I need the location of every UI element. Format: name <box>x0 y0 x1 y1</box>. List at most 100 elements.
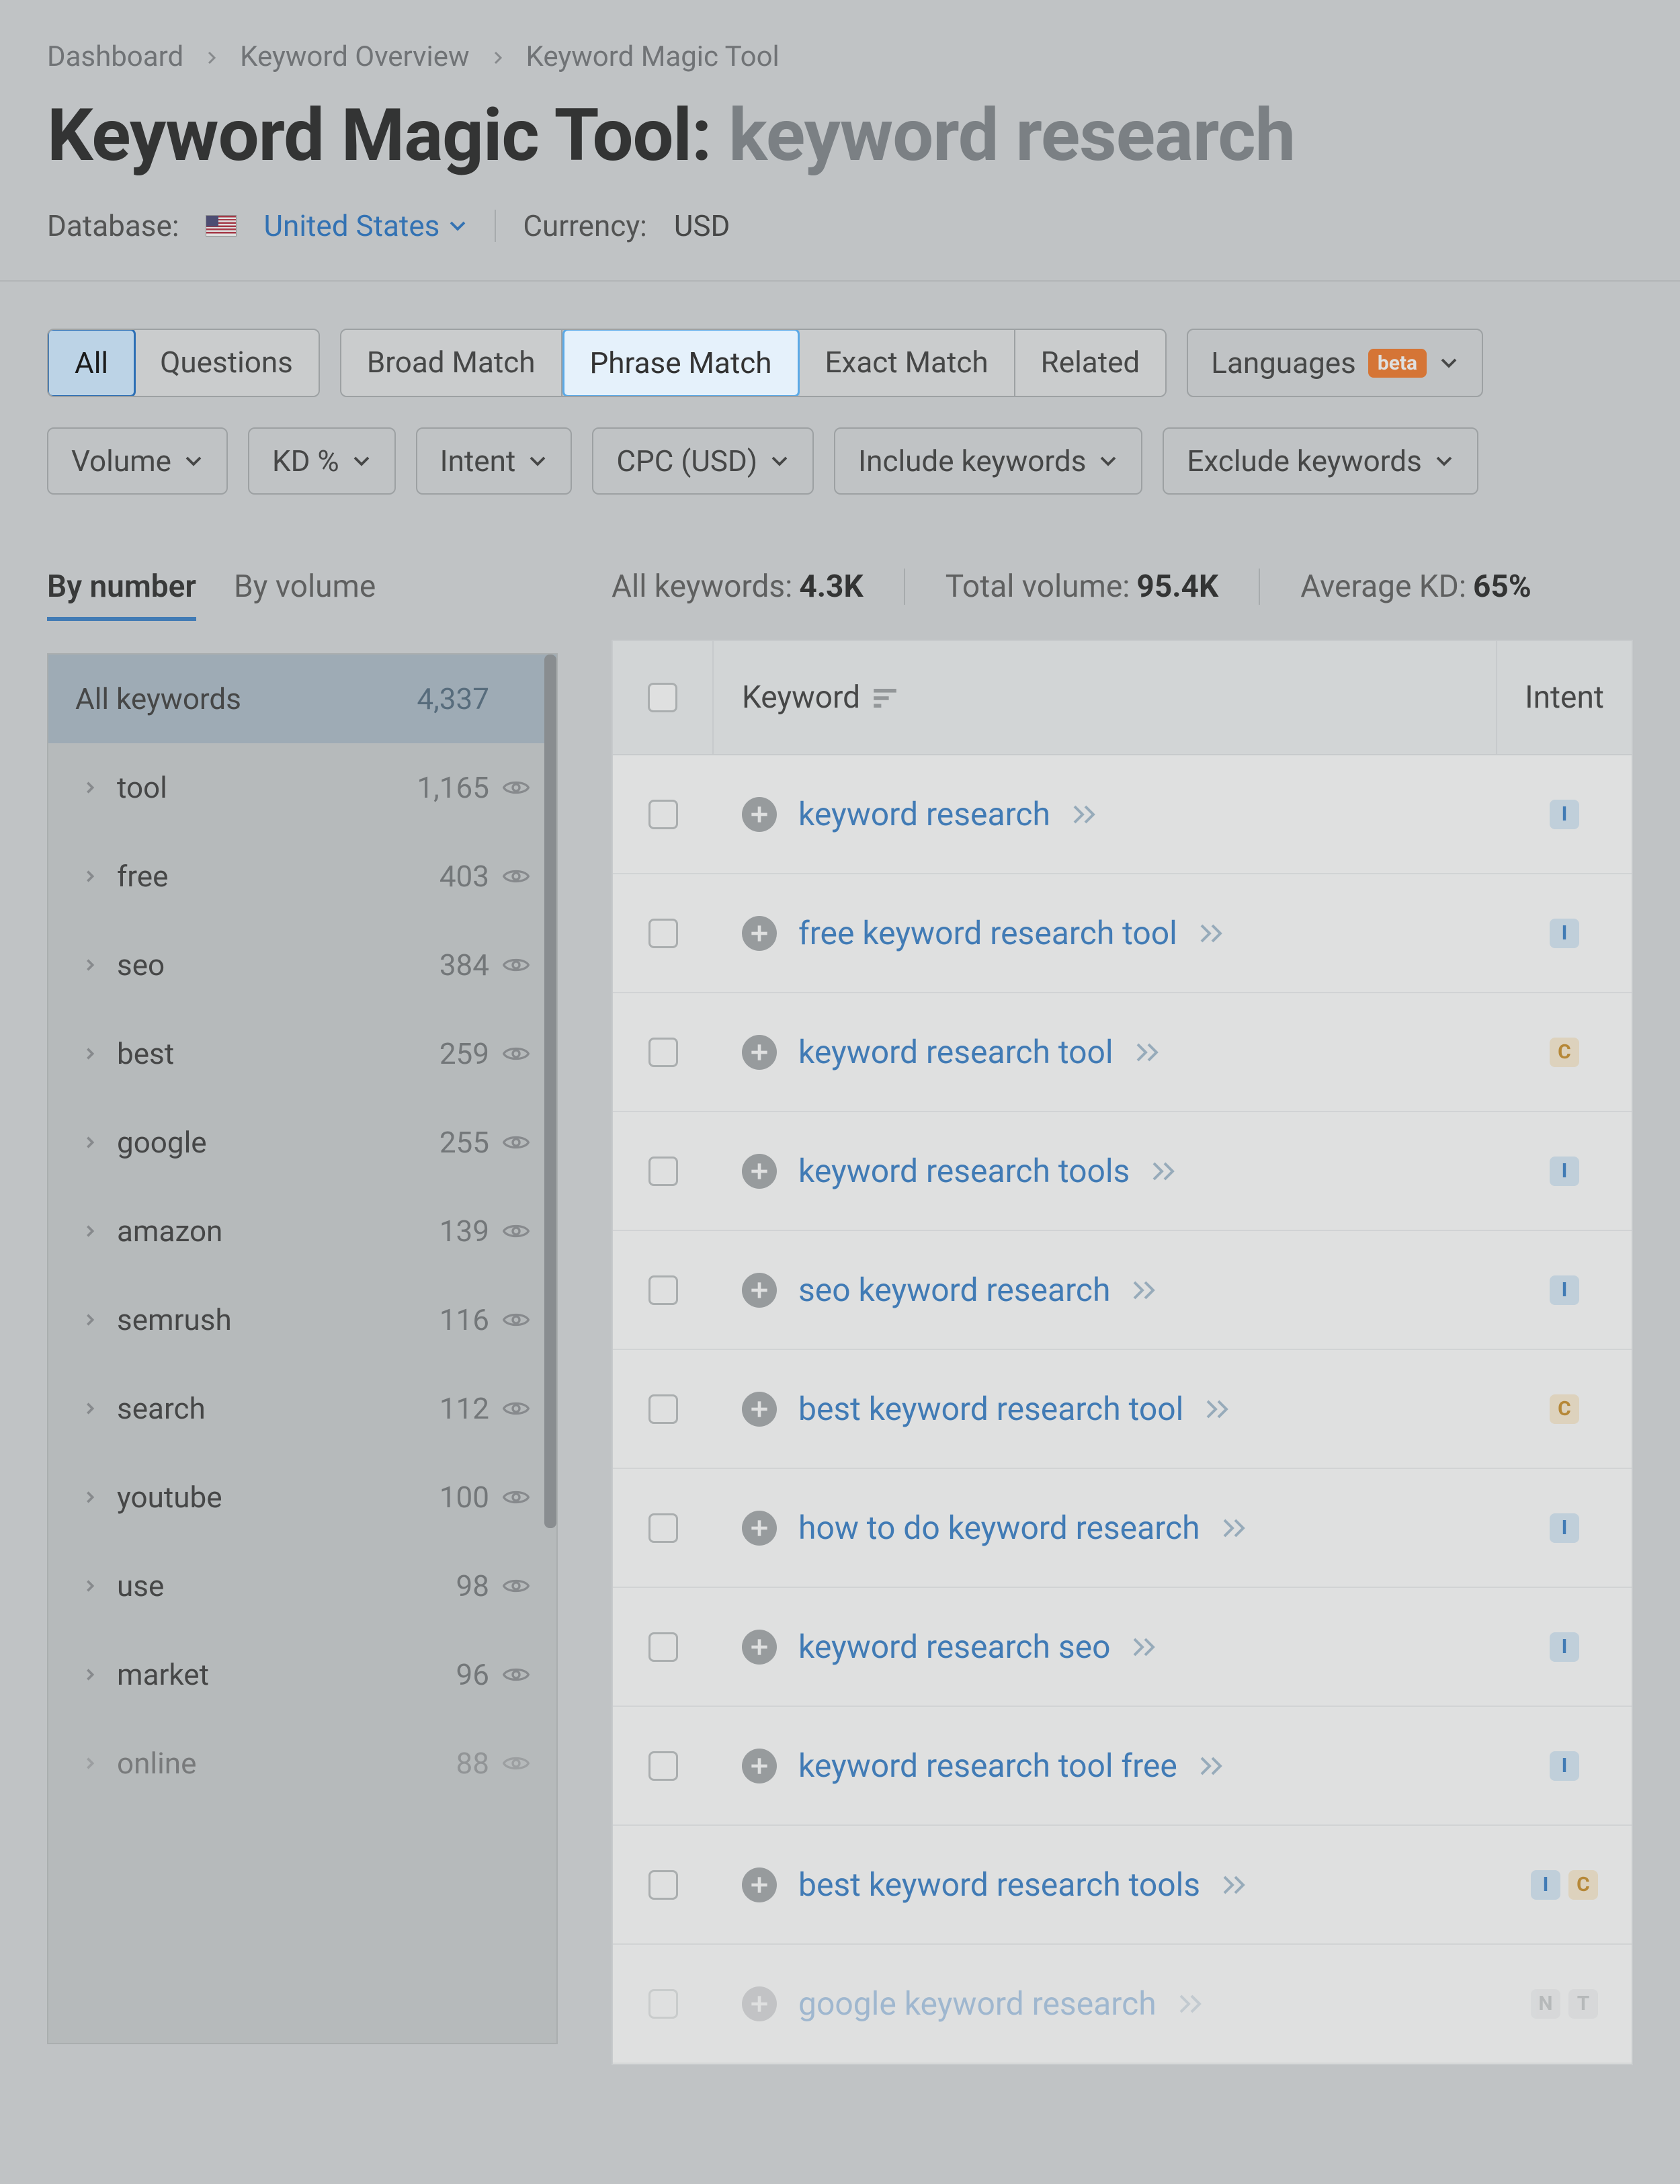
table-row: keyword research tool freeI <box>613 1707 1632 1826</box>
eye-icon[interactable] <box>489 1488 530 1507</box>
match-phrase[interactable]: Phrase Match <box>562 329 800 397</box>
intent-badge-c: C <box>1550 1038 1579 1067</box>
add-keyword-button[interactable] <box>742 1630 777 1665</box>
add-keyword-button[interactable] <box>742 1273 777 1308</box>
keyword-link[interactable]: google keyword research <box>798 1984 1157 2023</box>
double-chevron-icon[interactable] <box>1151 1161 1178 1182</box>
double-chevron-icon[interactable] <box>1199 923 1226 944</box>
add-keyword-button[interactable] <box>742 1511 777 1546</box>
eye-icon[interactable] <box>489 956 530 974</box>
row-checkbox[interactable] <box>613 1157 714 1186</box>
filter-include-keywords[interactable]: Include keywords <box>834 427 1142 495</box>
eye-icon[interactable] <box>489 1665 530 1684</box>
keyword-group-list: All keywords 4,337 tool1,165free403seo38… <box>47 653 558 2044</box>
keyword-link[interactable]: best keyword research tool <box>798 1390 1183 1428</box>
row-checkbox[interactable] <box>613 1394 714 1424</box>
add-keyword-button[interactable] <box>742 1749 777 1783</box>
match-segment: Broad Match Phrase Match Exact Match Rel… <box>340 329 1167 397</box>
chevron-down-icon <box>448 216 468 236</box>
select-all-checkbox[interactable] <box>613 641 714 754</box>
double-chevron-icon[interactable] <box>1178 1993 1205 2015</box>
column-keyword[interactable]: Keyword <box>714 641 1497 754</box>
breadcrumb-item[interactable]: Keyword Magic Tool <box>526 40 780 73</box>
eye-icon[interactable] <box>489 867 530 886</box>
sidebar-item[interactable]: amazon139 <box>48 1187 556 1275</box>
sidebar-item[interactable]: semrush116 <box>48 1275 556 1364</box>
breadcrumb-item[interactable]: Dashboard <box>47 40 183 73</box>
add-keyword-button[interactable] <box>742 1986 777 2021</box>
filter-kd-[interactable]: KD % <box>248 427 396 495</box>
eye-icon[interactable] <box>489 1399 530 1418</box>
add-keyword-button[interactable] <box>742 916 777 951</box>
match-broad[interactable]: Broad Match <box>341 330 562 396</box>
double-chevron-icon[interactable] <box>1205 1398 1232 1420</box>
sidebar-item[interactable]: tool1,165 <box>48 743 556 832</box>
double-chevron-icon[interactable] <box>1222 1517 1249 1539</box>
tab-by-number[interactable]: By number <box>47 569 196 621</box>
sidebar-item[interactable]: seo384 <box>48 921 556 1009</box>
languages-dropdown[interactable]: Languages beta <box>1187 329 1483 397</box>
keyword-link[interactable]: how to do keyword research <box>798 1509 1200 1547</box>
row-checkbox[interactable] <box>613 1632 714 1662</box>
row-checkbox[interactable] <box>613 919 714 948</box>
keyword-link[interactable]: best keyword research tools <box>798 1865 1200 1904</box>
add-keyword-button[interactable] <box>742 1392 777 1427</box>
sidebar-item[interactable]: best259 <box>48 1009 556 1098</box>
keyword-link[interactable]: free keyword research tool <box>798 914 1177 952</box>
scope-all[interactable]: All <box>47 329 136 397</box>
keyword-link[interactable]: keyword research tool <box>798 1033 1114 1071</box>
page-title-prefix: Keyword Magic Tool: <box>47 93 728 178</box>
sidebar-item[interactable]: youtube100 <box>48 1453 556 1542</box>
double-chevron-icon[interactable] <box>1132 1279 1159 1301</box>
sidebar-item[interactable]: google255 <box>48 1098 556 1187</box>
column-intent[interactable]: Intent <box>1497 641 1632 754</box>
scope-questions[interactable]: Questions <box>134 330 319 396</box>
eye-icon[interactable] <box>489 1133 530 1152</box>
breadcrumb-item[interactable]: Keyword Overview <box>240 40 469 73</box>
keyword-link[interactable]: keyword research tools <box>798 1152 1130 1190</box>
row-checkbox[interactable] <box>613 1870 714 1900</box>
eye-icon[interactable] <box>489 1222 530 1241</box>
add-keyword-button[interactable] <box>742 1867 777 1902</box>
tab-by-volume[interactable]: By volume <box>234 569 376 621</box>
scrollbar[interactable] <box>544 655 556 1528</box>
eye-icon[interactable] <box>489 1310 530 1329</box>
keyword-link[interactable]: keyword research seo <box>798 1628 1110 1666</box>
keyword-link[interactable]: seo keyword research <box>798 1271 1110 1309</box>
row-checkbox[interactable] <box>613 800 714 829</box>
add-keyword-button[interactable] <box>742 1035 777 1070</box>
sidebar-all-keywords[interactable]: All keywords 4,337 <box>48 655 556 743</box>
double-chevron-icon[interactable] <box>1072 804 1099 825</box>
keyword-link[interactable]: keyword research tool free <box>798 1747 1177 1785</box>
database-selector[interactable]: United States <box>263 208 468 243</box>
row-checkbox[interactable] <box>613 1989 714 2019</box>
filter-exclude-keywords[interactable]: Exclude keywords <box>1163 427 1478 495</box>
intent-cell: I <box>1497 919 1632 948</box>
filter-cpc-usd-[interactable]: CPC (USD) <box>592 427 814 495</box>
table-row: how to do keyword researchI <box>613 1469 1632 1588</box>
sidebar-item[interactable]: online88 <box>48 1719 556 1808</box>
eye-icon[interactable] <box>489 1754 530 1773</box>
row-checkbox[interactable] <box>613 1751 714 1781</box>
double-chevron-icon[interactable] <box>1135 1042 1162 1063</box>
double-chevron-icon[interactable] <box>1132 1636 1159 1658</box>
eye-icon[interactable] <box>489 778 530 797</box>
add-keyword-button[interactable] <box>742 797 777 832</box>
sidebar-item[interactable]: free403 <box>48 832 556 921</box>
double-chevron-icon[interactable] <box>1199 1755 1226 1777</box>
filter-intent[interactable]: Intent <box>416 427 573 495</box>
match-related[interactable]: Related <box>1015 330 1166 396</box>
sidebar-item[interactable]: market96 <box>48 1630 556 1719</box>
sidebar-item[interactable]: search112 <box>48 1364 556 1453</box>
match-exact[interactable]: Exact Match <box>800 330 1015 396</box>
row-checkbox[interactable] <box>613 1513 714 1543</box>
filter-volume[interactable]: Volume <box>47 427 228 495</box>
eye-icon[interactable] <box>489 1044 530 1063</box>
add-keyword-button[interactable] <box>742 1154 777 1189</box>
eye-icon[interactable] <box>489 1577 530 1595</box>
keyword-link[interactable]: keyword research <box>798 795 1050 833</box>
sidebar-item[interactable]: use98 <box>48 1542 556 1630</box>
row-checkbox[interactable] <box>613 1275 714 1305</box>
double-chevron-icon[interactable] <box>1222 1874 1249 1896</box>
row-checkbox[interactable] <box>613 1038 714 1067</box>
